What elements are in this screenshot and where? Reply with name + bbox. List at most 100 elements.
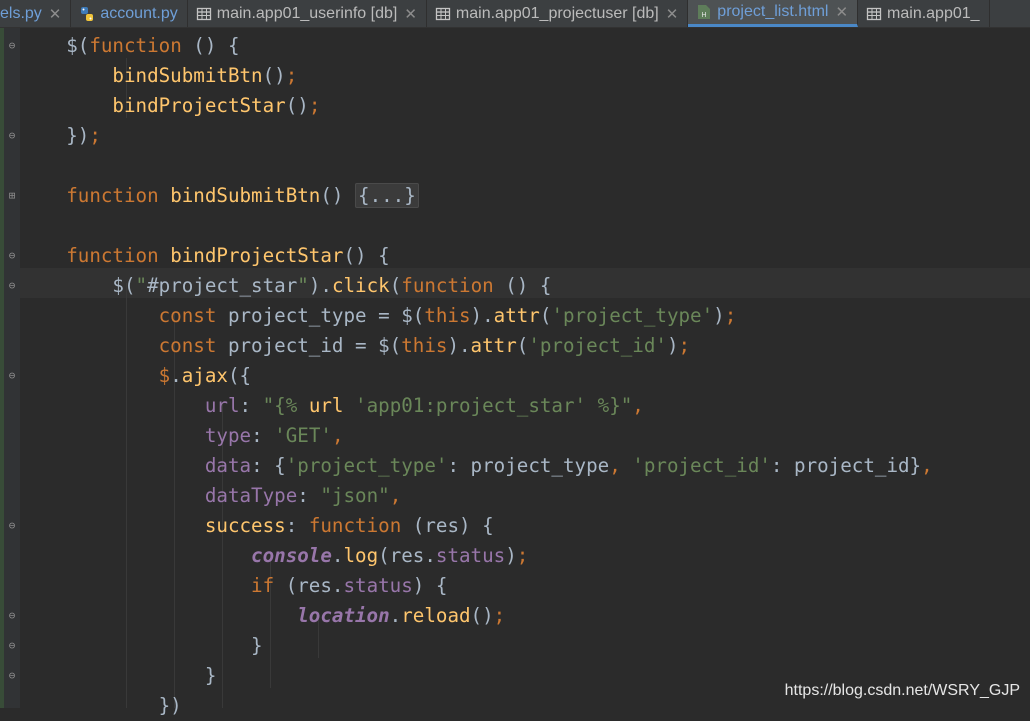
fold-toggle-icon[interactable]: ⊖ [6,280,18,292]
code-token: project_id = $( [227,334,402,357]
code-lines: $(function () { bindSubmitBtn(); bindPro… [20,31,933,721]
code-token: success [204,514,286,537]
code-line: function bindSubmitBtn() {...} [20,181,933,211]
code-token: (res. [378,544,436,567]
tab-els-py[interactable]: els.py ✕ [0,0,72,27]
close-tab-icon[interactable]: ✕ [49,5,62,23]
code-token: : project_type [447,454,610,477]
fold-toggle-icon[interactable]: ⊖ [6,370,18,382]
code-token: "json" [320,484,390,507]
table-icon [866,6,882,22]
tab-main-app01-userinfo-db[interactable]: main.app01_userinfo [db] ✕ [188,0,427,27]
code-token: ( [516,334,529,357]
code-token: : [251,424,275,447]
code-token: , [632,394,644,417]
table-icon [196,6,212,22]
python-file-icon [79,6,95,22]
code-token: () [320,184,356,207]
tab-main-app01[interactable]: main.app01_ [858,0,990,27]
code-line: bindSubmitBtn(); [20,61,933,91]
code-token: const [158,304,228,327]
code-token: ) [666,334,679,357]
code-token: ( [389,274,402,297]
code-token: $( [66,34,90,57]
code-token: function [66,184,171,207]
tab-account-py[interactable]: account.py [71,0,188,27]
code-line: const project_type = $(this).attr('proje… [20,301,933,331]
code-token: ). [470,304,494,327]
code-token: function [66,244,171,267]
fold-toggle-icon[interactable]: ⊖ [6,670,18,682]
fold-toggle-icon[interactable]: ⊖ [6,130,18,142]
watermark-text: https://blog.csdn.net/WSRY_GJP [784,682,1020,699]
editor-tab-bar: els.py ✕ account.py main.app01_userinfo [db… [0,0,1030,28]
code-token: } [251,634,263,657]
close-tab-icon[interactable]: ✕ [835,3,848,21]
code-token: . [170,364,182,387]
code-token: status [343,574,413,597]
code-token: . [389,604,402,627]
code-token: ; [285,64,298,87]
code-token: 'app01:project_star' [355,394,598,417]
fold-toggle-icon[interactable]: ⊞ [6,190,18,202]
fold-toggle-icon[interactable]: ⊖ [6,610,18,622]
close-tab-icon[interactable]: ✕ [666,5,679,23]
code-token: ) [505,544,517,567]
code-token: " [135,274,148,297]
fold-toggle-icon[interactable]: ⊖ [6,40,18,52]
tab-main-app01-projectuser-db[interactable]: main.app01_projectuser [db] ✕ [427,0,689,27]
code-line: console.log(res.status); [20,541,933,571]
code-token: bindProjectStar [170,244,344,267]
code-line: location.reload(); [20,601,933,631]
code-token: ; [493,604,506,627]
code-token: (res) { [412,514,494,537]
code-line: success: function (res) { [20,511,933,541]
code-area[interactable]: $(function () { bindSubmitBtn(); bindPro… [20,28,1030,717]
code-token: () { [343,244,390,267]
folded-code-block[interactable]: {...} [355,183,419,208]
code-line: } [20,631,933,661]
code-token: attr [470,334,517,357]
code-line: type: 'GET', [20,421,933,451]
table-icon [435,6,451,22]
code-token: bindSubmitBtn [112,64,263,87]
code-token: data [204,454,252,477]
code-token: ; [724,304,737,327]
code-token: click [331,274,390,297]
code-line: data: {'project_type': project_type, 'pr… [20,451,933,481]
code-line: if (res.status) { [20,571,933,601]
code-token: attr [493,304,540,327]
vcs-change-marker [0,28,4,708]
code-token: 'GET' [274,424,332,447]
code-token: bindSubmitBtn [170,184,321,207]
code-line: $("#project_star").click(function () { [20,271,933,301]
code-token: project_type = $( [227,304,425,327]
close-tab-icon[interactable]: ✕ [404,5,417,23]
code-token: const [158,334,228,357]
code-token: #project_star [147,274,298,297]
fold-toggle-icon[interactable]: ⊖ [6,640,18,652]
code-editor[interactable]: ⊖ ⊖ ⊞ ⊖ ⊖ ⊖ ⊖ ⊖ ⊖ ⊖ $( function () { bindSubmitBtn… [0,28,1030,717]
code-token: " [297,274,309,297]
fold-toggle-icon[interactable]: ⊖ [6,520,18,532]
code-token: (res. [285,574,344,597]
tab-project-list-html[interactable]: Hproject_list.html ✕ [688,0,859,27]
code-token: status [435,544,506,567]
code-token: () { [493,274,552,297]
code-token: 'project_id' [528,334,667,357]
fold-toggle-icon[interactable]: ⊖ [6,250,18,262]
code-token: , [921,454,933,477]
code-token: : [285,514,309,537]
